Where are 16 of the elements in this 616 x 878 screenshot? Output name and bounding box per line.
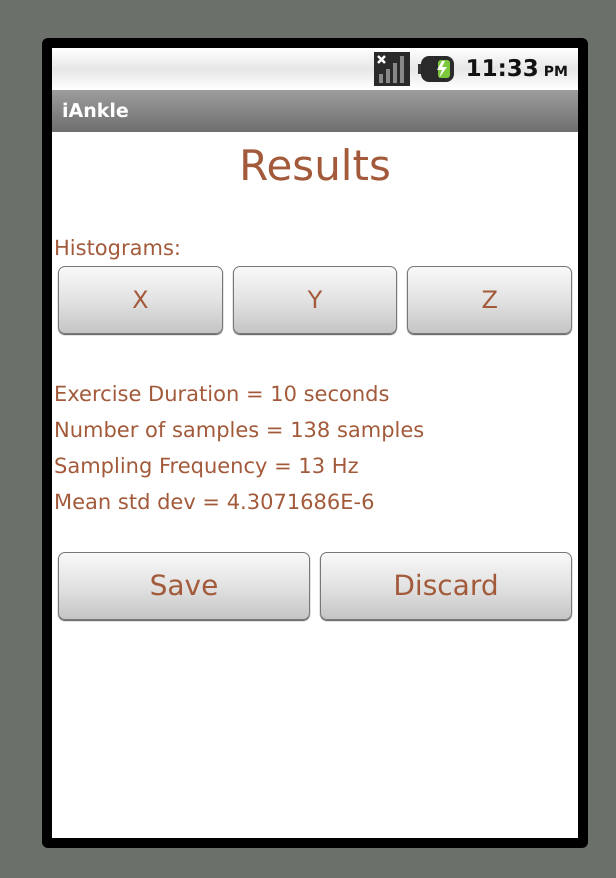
stat-line: Number of samples = 138 samples [54,417,424,444]
discard-button[interactable]: Discard [320,552,572,620]
stat-line: Exercise Duration = 10 seconds [54,381,390,408]
battery-charging-icon [418,56,454,82]
histogram-button[interactable]: Y [232,266,398,334]
clock-meridiem: PM [544,62,568,82]
histogram-button[interactable]: Z [407,266,572,334]
clock-time: 11:33 [466,54,539,84]
signal-icon [374,52,410,86]
heading: Results [239,140,391,192]
window-title: iAnkle [62,98,129,124]
save-button[interactable]: Save [58,552,310,620]
histograms-label: Histograms: [54,235,181,262]
stat-line: Mean std dev = 4.3071686E-6 [54,489,374,516]
stat-line: Sampling Frequency = 13 Hz [54,453,359,480]
histogram-button[interactable]: X [58,266,223,334]
